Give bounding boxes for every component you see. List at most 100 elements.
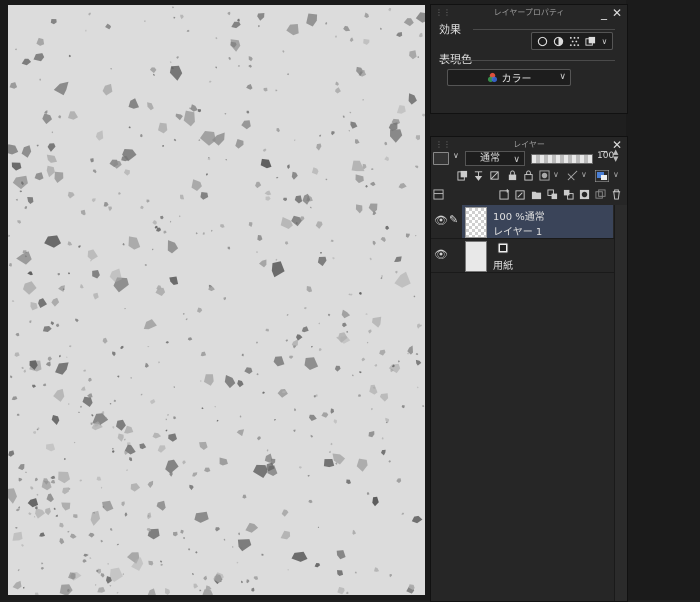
layer-row[interactable]: 👁 用紙 — [431, 239, 627, 273]
splatter-particle — [357, 394, 362, 397]
splatter-particle — [401, 512, 405, 515]
chevron-down-icon[interactable]: ∨ — [553, 170, 559, 179]
border-effect-icon[interactable] — [537, 36, 548, 47]
new-vector-layer-icon[interactable] — [515, 189, 526, 200]
chevron-down-icon[interactable]: ∨ — [581, 170, 587, 179]
splatter-particle — [172, 6, 174, 9]
splatter-particle — [30, 486, 34, 490]
splatter-particle — [34, 592, 39, 595]
splatter-particle — [380, 277, 383, 280]
splatter-particle — [285, 339, 288, 342]
splatter-particle — [415, 165, 419, 169]
layer-color-swatch-icon[interactable] — [595, 170, 609, 182]
eye-icon[interactable]: 👁 — [434, 248, 448, 261]
layer-color-icon[interactable] — [585, 36, 596, 47]
splatter-particle — [381, 449, 386, 456]
splatter-particle — [12, 531, 23, 541]
splatter-particle — [405, 233, 410, 238]
expression-color-select[interactable]: カラー ∨ — [447, 69, 571, 86]
layer-mask-toggle[interactable] — [433, 152, 449, 165]
chevron-down-icon[interactable]: ∨ — [453, 151, 459, 160]
layer-property-panel: ⋮⋮ レイヤープロパティ _ ✕ 効果 ∨ 表現色 カラー ∨ — [430, 4, 628, 114]
splatter-particle — [16, 413, 20, 416]
splatter-particle — [215, 527, 220, 532]
blend-mode-select[interactable]: 通常 ∨ — [465, 151, 525, 166]
splatter-particle — [24, 206, 28, 210]
clip-icon[interactable] — [457, 170, 468, 181]
new-folder-icon[interactable] — [531, 189, 542, 200]
splatter-particle — [167, 414, 169, 416]
splatter-particle — [298, 466, 302, 469]
splatter-particle — [34, 172, 44, 181]
eye-icon[interactable]: 👁 — [434, 214, 448, 227]
splatter-particle — [352, 529, 356, 535]
splatter-particle — [123, 438, 126, 441]
mask-enable-icon[interactable] — [539, 170, 550, 181]
splatter-particle — [53, 388, 65, 402]
merge-down-icon[interactable] — [563, 189, 574, 200]
splatter-particle — [257, 436, 261, 441]
splatter-particle — [197, 109, 202, 113]
splatter-particle — [415, 135, 420, 141]
apply-mask-icon[interactable] — [595, 189, 606, 200]
splatter-particle — [227, 246, 231, 250]
reference-icon[interactable] — [473, 170, 484, 181]
splatter-particle — [256, 341, 258, 344]
splatter-particle — [237, 65, 240, 67]
splatter-particle — [422, 405, 425, 408]
splatter-particle — [165, 459, 179, 474]
new-raster-layer-icon[interactable] — [499, 189, 510, 200]
lock-icon[interactable] — [507, 170, 518, 181]
splatter-particle — [368, 431, 375, 438]
splatter-particle — [51, 297, 60, 307]
close-icon[interactable]: ✕ — [612, 5, 622, 21]
splatter-particle — [191, 179, 202, 191]
splatter-particle — [189, 484, 194, 491]
pen-edit-icon[interactable]: ✎ — [449, 213, 458, 226]
opacity-slider[interactable] — [531, 154, 593, 164]
splatter-particle — [356, 458, 368, 472]
splatter-particle — [276, 128, 280, 133]
splatter-particle — [63, 458, 66, 461]
splatter-particle — [262, 148, 267, 152]
splatter-particle — [128, 98, 139, 109]
splatter-particle — [180, 194, 185, 200]
create-mask-icon[interactable] — [579, 189, 590, 200]
grip-icon[interactable]: ⋮⋮ — [435, 9, 451, 17]
halftone-icon[interactable] — [569, 36, 580, 47]
canvas-paper[interactable] — [8, 5, 425, 595]
splatter-particle — [407, 352, 409, 355]
splatter-particle — [27, 197, 34, 204]
chevron-down-icon[interactable]: ∨ — [613, 170, 619, 179]
panel-layout-icon[interactable] — [433, 189, 444, 200]
transfer-down-icon[interactable] — [547, 189, 558, 200]
splatter-particle — [422, 113, 425, 117]
opacity-stepper[interactable]: ▲ ▼ — [613, 149, 618, 163]
splatter-particle — [388, 7, 392, 12]
canvas-area[interactable] — [0, 0, 430, 600]
draft-icon[interactable] — [489, 170, 500, 181]
splatter-particle — [97, 587, 106, 593]
splatter-particle — [116, 543, 119, 546]
lock-transparent-icon[interactable] — [523, 170, 534, 181]
layer-scrollbar[interactable] — [614, 205, 627, 601]
splatter-particle — [90, 158, 94, 163]
ruler-range-icon[interactable] — [567, 170, 578, 181]
opacity-value[interactable]: 100 — [597, 151, 614, 161]
panel-titlebar[interactable]: ⋮⋮ レイヤープロパティ _ ✕ — [431, 5, 627, 21]
effects-buttons[interactable]: ∨ — [531, 32, 613, 50]
splatter-particle — [32, 384, 36, 388]
splatter-particle — [286, 73, 290, 76]
splatter-particle — [51, 131, 54, 134]
splatter-particle — [287, 569, 290, 571]
grip-icon[interactable]: ⋮⋮ — [435, 141, 451, 149]
layer-row[interactable]: 👁 ✎ 100 %通常 レイヤー 1 — [431, 205, 627, 239]
splatter-particle — [364, 12, 369, 18]
tone-icon[interactable] — [553, 36, 564, 47]
splatter-particle — [203, 575, 208, 581]
splatter-particle — [55, 362, 69, 375]
splatter-particle — [121, 501, 125, 507]
minimize-icon[interactable]: _ — [601, 5, 607, 21]
chevron-down-icon[interactable]: ∨ — [601, 37, 607, 46]
delete-layer-icon[interactable] — [611, 189, 622, 200]
